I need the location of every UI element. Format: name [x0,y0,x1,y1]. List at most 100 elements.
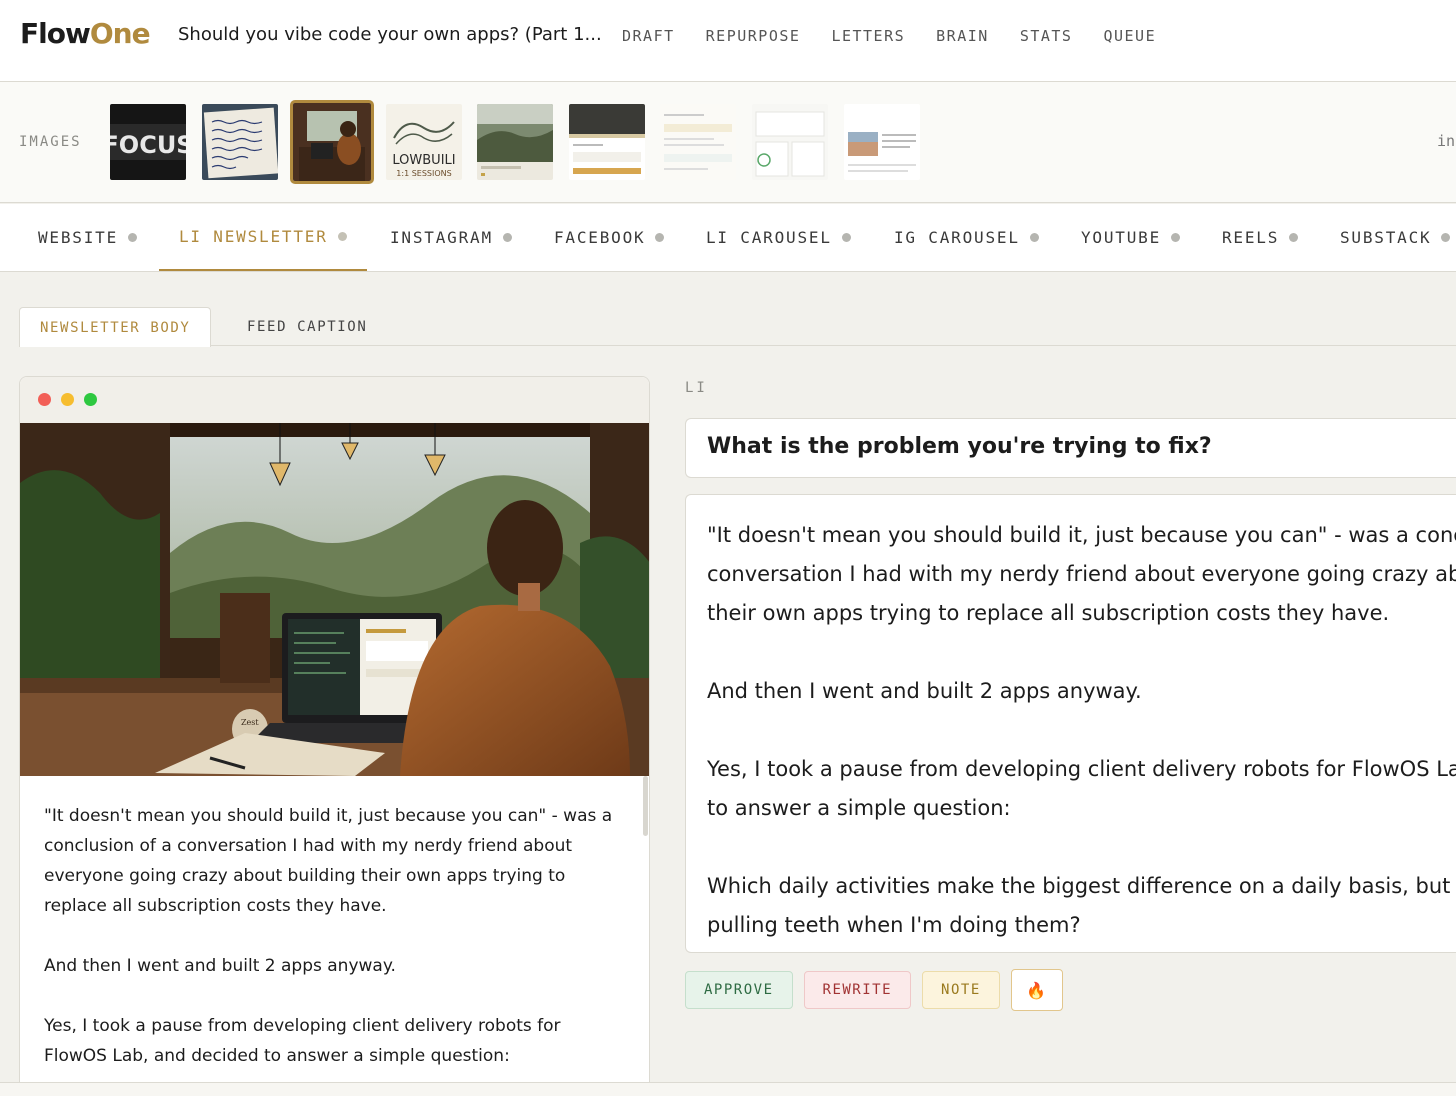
headline-field[interactable]: What is the problem you're trying to fix… [685,418,1456,478]
tab-li-newsletter[interactable]: LI NEWSLETTER [159,204,367,271]
focus-image: FOCUS [110,104,186,180]
tab-label: LI CAROUSEL [706,228,832,247]
tab-facebook[interactable]: FACEBOOK [554,204,665,271]
newsletter-preview-window: Zest "It doesn't mean you should build i… [19,376,650,1096]
thumbnail-document[interactable] [660,104,736,180]
status-dot [841,233,851,242]
body-line: Yes, I took a pause from developing clie… [707,757,1456,781]
article-screenshot-image [844,104,920,180]
tab-label: SUBSTACK [1340,228,1432,247]
thumbnail-lowbuild[interactable]: LOWBUILI 1:1 SESSIONS [386,104,462,180]
tab-label: IG CAROUSEL [894,228,1020,247]
tab-label: FACEBOOK [554,228,646,247]
preview-body-text: "It doesn't mean you should build it, ju… [44,801,624,1095]
tab-substack[interactable]: SUBSTACK [1340,204,1451,271]
tab-li-carousel[interactable]: LI CAROUSEL [706,204,851,271]
preview-paragraph: And then I went and built 2 apps anyway. [44,956,396,976]
images-strip: IMAGES FOCUS LOWBUILI 1:1 SESSIONS in [0,82,1456,203]
body-line: conversation I had with my nerdy friend … [707,562,1456,586]
tab-label: LI NEWSLETTER [179,227,328,246]
lowbuild-logo-image: LOWBUILI 1:1 SESSIONS [386,104,462,180]
body-line: pulling teeth when I'm doing them? [707,913,1081,937]
logo-part-one: One [89,17,151,50]
status-dot [1171,233,1181,242]
status-dot [337,232,347,241]
tab-reels[interactable]: REELS [1222,204,1299,271]
thumbnail-cafe-laptop-selected[interactable] [290,100,374,184]
status-dot [502,233,512,242]
document-screenshot-image [660,104,736,180]
subtab-feed-caption[interactable]: FEED CAPTION [227,307,387,346]
status-dot [1441,233,1451,242]
platform-tabs: WEBSITE LI NEWSLETTER INSTAGRAM FACEBOOK… [0,204,1456,272]
body-paragraph: Which daily activities make the biggest … [707,867,1456,945]
tab-ig-carousel[interactable]: IG CAROUSEL [894,204,1039,271]
mug-text: Zest [241,718,259,727]
document-title[interactable]: Should you vibe code your own apps? (Par… [178,24,602,45]
lowbuild-sub-text: 1:1 SESSIONS [396,169,451,178]
thumbnail-handwritten[interactable] [202,104,278,180]
fire-icon[interactable]: 🔥 [1010,969,1063,1011]
landscape-image [477,104,553,180]
thumbnail-article[interactable] [844,104,920,180]
preview-paragraph: "It doesn't mean you should build it, ju… [44,806,613,916]
thumbnail-dashboard[interactable] [569,104,645,180]
thumbnail-focus[interactable]: FOCUS [110,104,186,180]
body-editor[interactable]: "It doesn't mean you should build it, ju… [685,494,1456,953]
rewrite-button[interactable]: REWRITE [803,971,912,1009]
status-dot [655,233,665,242]
subtab-newsletter-body[interactable]: NEWSLETTER BODY [19,307,212,347]
body-paragraph: And then I went and built 2 apps anyway. [707,672,1456,711]
body-paragraph: "It doesn't mean you should build it, ju… [707,516,1456,633]
approve-button[interactable]: APPROVE [685,971,793,1009]
cover-photo: Zest [20,423,649,776]
headline-text: What is the problem you're trying to fix… [707,434,1212,459]
body-line: And then I went and built 2 apps anyway. [707,679,1142,703]
top-bar: FlowOne Should you vibe code your own ap… [0,0,1456,82]
body-line: Which daily activities make the biggest … [707,874,1451,898]
body-line: to answer a simple question: [707,796,1011,820]
tab-youtube[interactable]: YOUTUBE [1081,204,1181,271]
nav-brain[interactable]: BRAIN [936,27,989,45]
logo-part-flow: Flow [20,17,91,50]
bottom-edge [0,1082,1456,1096]
focus-text: FOCUS [110,131,186,159]
cafe-laptop-image [293,103,371,181]
stats-screenshot-image [752,104,828,180]
lowbuild-text: LOWBUILI [392,153,455,168]
tab-label: REELS [1222,228,1280,247]
status-dot [128,233,138,242]
nav-stats[interactable]: STATS [1020,27,1073,45]
section-label: LI [685,380,708,396]
main-nav: DRAFT REPURPOSE LETTERS BRAIN STATS QUEU… [622,27,1156,45]
minimize-dot-icon [61,393,74,406]
logo[interactable]: FlowOne [20,17,151,50]
preview-paragraph: Yes, I took a pause from developing clie… [44,1016,561,1066]
close-dot-icon [38,393,51,406]
nav-queue[interactable]: QUEUE [1103,27,1156,45]
preview-scrollbar[interactable] [643,776,648,836]
tab-website[interactable]: WEBSITE [38,204,138,271]
window-title-bar [20,377,649,423]
tab-instagram[interactable]: INSTAGRAM [390,204,512,271]
nav-letters[interactable]: LETTERS [831,27,905,45]
body-line: "It doesn't mean you should build it, ju… [707,523,1456,547]
maximize-dot-icon [84,393,97,406]
tab-label: WEBSITE [38,228,119,247]
nav-repurpose[interactable]: REPURPOSE [706,27,801,45]
action-buttons: APPROVE REWRITE NOTE 🔥 [685,969,1063,1011]
body-editor-text: "It doesn't mean you should build it, ju… [707,516,1456,952]
tab-label: YOUTUBE [1081,228,1162,247]
images-right-text[interactable]: in [1437,132,1455,150]
body-line: their own apps trying to replace all sub… [707,601,1390,625]
thumbnail-stats[interactable] [752,104,828,180]
status-dot [1029,233,1039,242]
thumbnail-landscape[interactable] [477,104,553,180]
body-paragraph: Yes, I took a pause from developing clie… [707,750,1456,828]
nav-draft[interactable]: DRAFT [622,27,675,45]
status-dot [1289,233,1299,242]
dashboard-screenshot-image [569,104,645,180]
handwritten-note-image [202,104,278,180]
note-button[interactable]: NOTE [922,971,1000,1009]
tab-label: INSTAGRAM [390,228,493,247]
